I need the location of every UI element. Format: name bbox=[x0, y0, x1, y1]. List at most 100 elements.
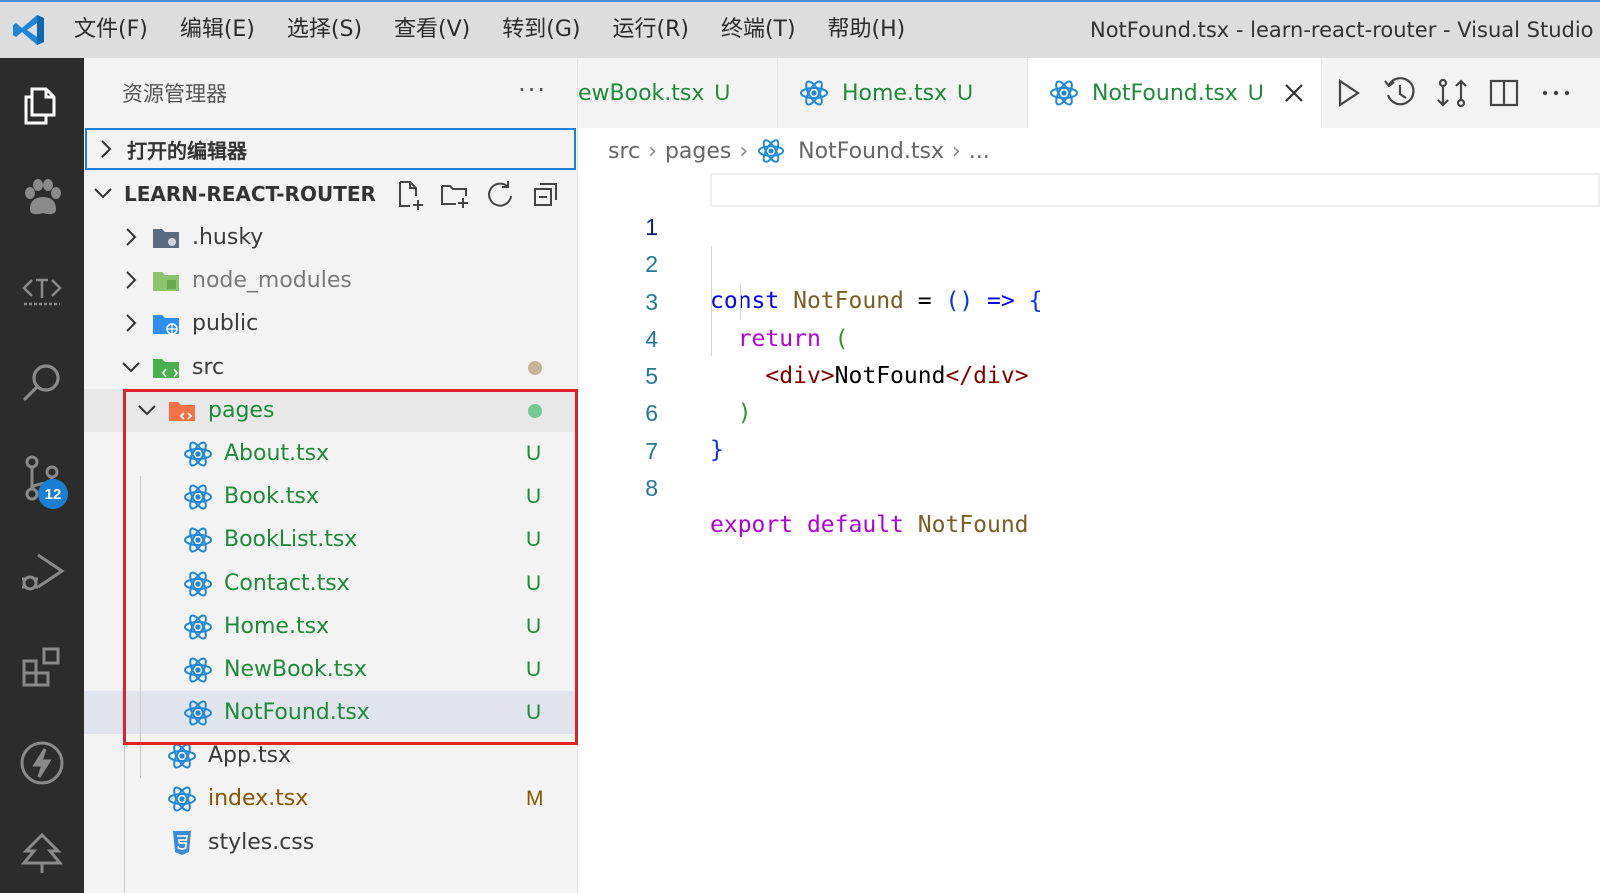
tree-item-label: Book.tsx bbox=[224, 484, 319, 510]
tree-folder[interactable]: src bbox=[84, 346, 577, 389]
tab-label: ewBook.tsx bbox=[578, 80, 705, 106]
new-folder-icon[interactable] bbox=[438, 178, 470, 210]
tree-file[interactable]: Book.tsx U bbox=[84, 475, 577, 518]
menu-run[interactable]: 运行(R) bbox=[596, 2, 704, 58]
vscode-logo-icon bbox=[0, 2, 58, 58]
git-status-badge: U bbox=[526, 657, 542, 681]
tab-status: U bbox=[957, 80, 973, 105]
code-editor[interactable]: 1 2 const NotFound = () => { 3 return ( … bbox=[578, 172, 1600, 538]
tree-file[interactable]: Home.tsx U bbox=[84, 605, 577, 648]
breadcrumb-src[interactable]: src bbox=[608, 139, 640, 164]
extensions-icon[interactable] bbox=[0, 622, 84, 712]
tree-item-label: pages bbox=[208, 397, 275, 423]
chevron-down-icon bbox=[122, 361, 140, 372]
template-icon[interactable] bbox=[0, 245, 84, 335]
chevron-right-icon: › bbox=[739, 138, 749, 164]
tree-file[interactable]: App.tsx bbox=[84, 734, 577, 777]
lightning-icon[interactable] bbox=[0, 718, 84, 808]
tab-notfound[interactable]: NotFound.tsx U bbox=[1028, 58, 1322, 128]
split-editor-icon[interactable] bbox=[1486, 75, 1522, 111]
collapse-all-icon[interactable] bbox=[530, 178, 562, 210]
tree-file[interactable]: Contact.tsx U bbox=[84, 562, 577, 605]
search-icon[interactable] bbox=[0, 339, 84, 429]
folder-node-icon bbox=[153, 272, 179, 292]
run-icon[interactable] bbox=[1330, 75, 1366, 111]
git-status-badge: M bbox=[526, 787, 544, 811]
code-line: 7 bbox=[578, 396, 1600, 464]
tree-folder[interactable]: .husky bbox=[84, 216, 577, 259]
code-line: 3 return ( bbox=[578, 247, 1600, 352]
menu-go[interactable]: 转到(G) bbox=[486, 2, 596, 58]
indent-guide bbox=[740, 284, 741, 320]
react-icon bbox=[184, 570, 212, 597]
explorer-icon[interactable] bbox=[0, 60, 84, 150]
activity-bar: 12 bbox=[0, 58, 84, 893]
react-icon bbox=[168, 786, 196, 812]
git-status-badge: U bbox=[526, 441, 542, 465]
breadcrumb-more[interactable]: ... bbox=[969, 139, 990, 164]
code-line: 4 <div>NotFound</div> bbox=[578, 284, 1600, 389]
timeline-icon[interactable] bbox=[1382, 75, 1418, 111]
window-title: NotFound.tsx - learn-react-router - Visu… bbox=[1090, 18, 1600, 42]
breadcrumb-file[interactable]: NotFound.tsx bbox=[798, 139, 944, 164]
line-number: 8 bbox=[645, 475, 658, 502]
tree-item-label: public bbox=[192, 311, 259, 337]
tree-folder[interactable]: pages bbox=[84, 388, 577, 432]
menu-help[interactable]: 帮助(H) bbox=[812, 2, 922, 58]
tree-item-label: Contact.tsx bbox=[224, 570, 350, 596]
tree-file[interactable]: index.tsx M bbox=[84, 777, 577, 820]
source-control-icon[interactable]: 12 bbox=[0, 433, 84, 523]
css-icon bbox=[173, 830, 191, 855]
react-icon bbox=[758, 139, 785, 163]
git-status-badge: U bbox=[526, 528, 542, 552]
more-icon[interactable] bbox=[1538, 75, 1574, 111]
new-file-icon[interactable] bbox=[392, 178, 424, 210]
tab-label: NotFound.tsx bbox=[1092, 80, 1238, 106]
tree-file[interactable]: NewBook.tsx U bbox=[84, 648, 577, 691]
changes-dot bbox=[528, 403, 542, 418]
menu-terminal[interactable]: 终端(T) bbox=[705, 2, 812, 58]
code-line: 6 } bbox=[578, 358, 1600, 463]
code-line: 8 export default NotFound bbox=[578, 433, 1600, 538]
open-editors-section[interactable]: 打开的编辑器 bbox=[85, 128, 576, 170]
menu-edit[interactable]: 编辑(E) bbox=[164, 2, 271, 58]
run-debug-icon[interactable] bbox=[0, 528, 84, 618]
tree-item-label: NewBook.tsx bbox=[224, 656, 367, 682]
chevron-right-icon: › bbox=[952, 138, 961, 164]
project-section[interactable]: LEARN-REACT-ROUTER bbox=[84, 172, 577, 216]
tree-item-label: App.tsx bbox=[208, 743, 292, 769]
breadcrumb: src › pages › NotFound.tsx › ... bbox=[608, 128, 990, 174]
breadcrumb-pages[interactable]: pages bbox=[665, 139, 731, 164]
menu-file[interactable]: 文件(F) bbox=[58, 2, 164, 58]
tree-file[interactable]: BookList.tsx U bbox=[84, 518, 577, 561]
indent-guide bbox=[711, 246, 712, 356]
compare-changes-icon[interactable] bbox=[1434, 75, 1470, 111]
paw-icon[interactable] bbox=[0, 154, 84, 244]
close-icon[interactable] bbox=[1282, 81, 1306, 105]
refresh-icon[interactable] bbox=[484, 178, 516, 210]
code-text: export default NotFound bbox=[710, 512, 1029, 539]
indent-guide bbox=[124, 432, 125, 892]
code-line: 5 ) bbox=[578, 321, 1600, 426]
more-actions-button[interactable]: ··· bbox=[518, 76, 547, 104]
tree-item-label: .husky bbox=[192, 225, 264, 250]
tab-newbook[interactable]: ewBook.tsx U bbox=[578, 58, 778, 128]
tree-item-label: styles.css bbox=[208, 829, 315, 855]
tree-folder[interactable]: public bbox=[84, 302, 577, 345]
tree-file[interactable]: styles.css bbox=[84, 821, 577, 864]
changes-dot bbox=[528, 360, 542, 375]
tree-file[interactable]: NotFound.tsx U bbox=[84, 691, 577, 735]
tree-file[interactable]: About.tsx U bbox=[84, 432, 577, 475]
git-status-badge: U bbox=[526, 701, 542, 725]
tree-folder[interactable]: node_modules bbox=[84, 259, 577, 302]
tree-icon[interactable] bbox=[0, 808, 84, 893]
react-icon bbox=[184, 614, 212, 640]
scm-count-badge: 12 bbox=[38, 479, 68, 509]
tab-home[interactable]: Home.tsx U bbox=[778, 58, 1028, 128]
react-icon bbox=[184, 527, 212, 553]
menu-selection[interactable]: 选择(S) bbox=[271, 2, 378, 58]
project-name: LEARN-REACT-ROUTER bbox=[124, 182, 376, 206]
indent-guide bbox=[140, 476, 141, 778]
tree-item-label: BookList.tsx bbox=[224, 527, 358, 553]
menu-view[interactable]: 查看(V) bbox=[378, 2, 486, 58]
